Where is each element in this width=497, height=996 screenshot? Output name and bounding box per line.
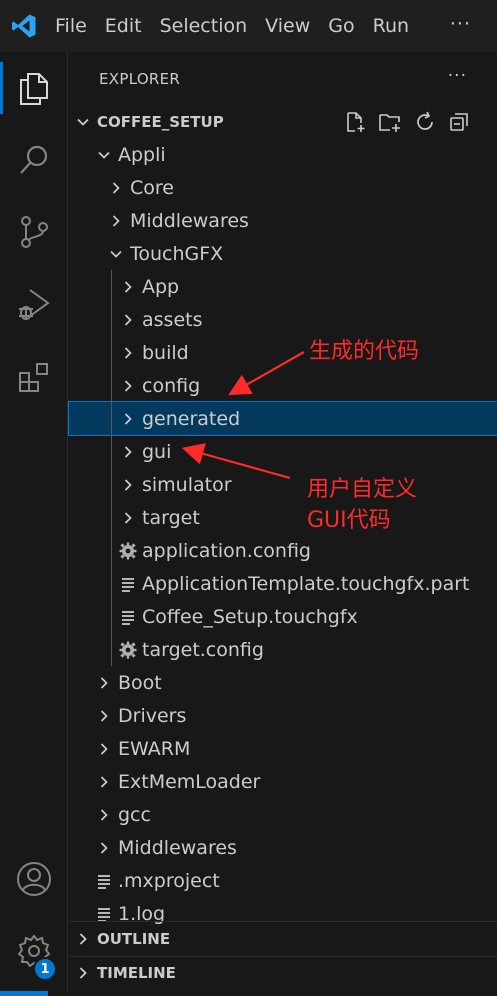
annotation-arrows (181, 351, 305, 480)
gui-annotation-line2: GUI代码 (307, 508, 391, 533)
gui-annotation-line1: 用户自定义 (307, 477, 418, 502)
arrow-to-generated (228, 351, 305, 396)
generated-annotation: 生成的代码 (309, 339, 420, 364)
arrow-to-gui (181, 443, 291, 480)
status-bar (0, 991, 497, 996)
status-bar-remote-indicator[interactable] (0, 991, 48, 996)
